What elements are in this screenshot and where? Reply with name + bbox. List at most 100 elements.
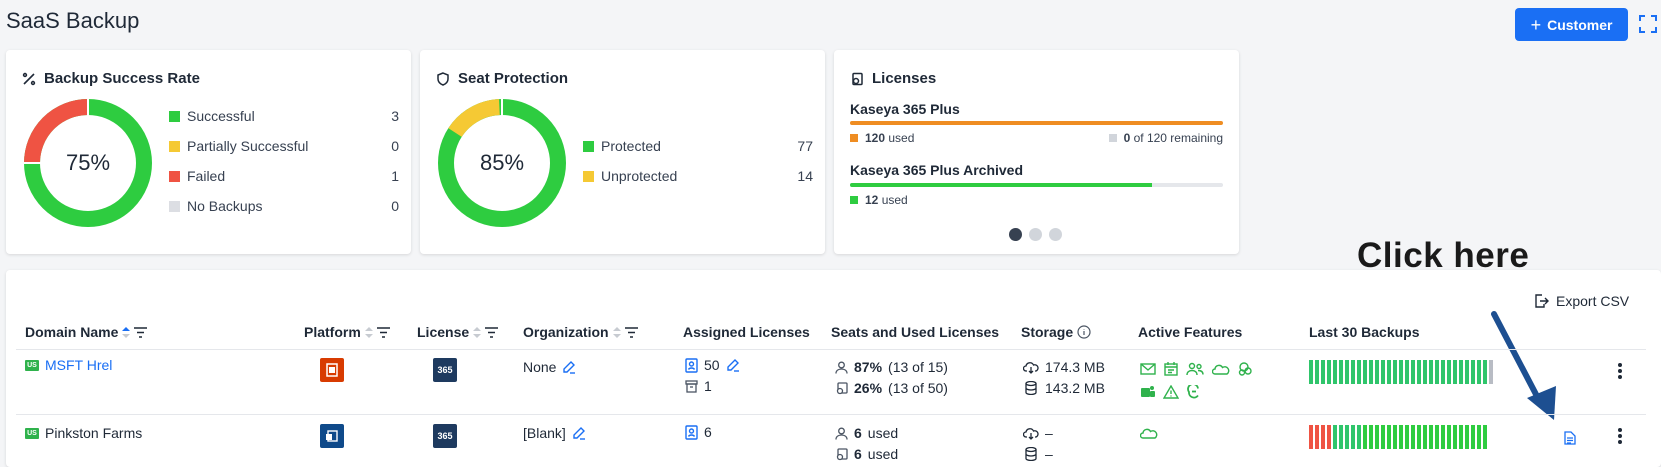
shield-icon (437, 71, 449, 86)
row-menu-icon[interactable] (1618, 428, 1622, 444)
backup-success-card: Backup Success Rate 75% Successful 3 Part… (6, 50, 411, 254)
filter-icon[interactable] (485, 326, 499, 338)
sort-icon[interactable] (122, 326, 131, 338)
badge-icon (685, 357, 698, 373)
info-icon[interactable] (1077, 325, 1091, 339)
m365-license-badge: 365 (433, 358, 457, 382)
table-row-domain: US Pinkston Farms (25, 425, 142, 441)
backup-history-bars (1309, 425, 1487, 449)
license-icon (836, 447, 848, 460)
seat-protection-card: Seat Protection 85% Protected 77 Unprotec… (420, 50, 825, 254)
backup-day-bar (1345, 360, 1349, 384)
backup-day-bar (1327, 360, 1331, 384)
backup-day-bar (1471, 360, 1475, 384)
backup-day-bar (1309, 360, 1313, 384)
seats-detail: (13 of 15) (888, 359, 948, 375)
seats-detail: used (867, 425, 899, 441)
backup-day-bar (1387, 360, 1391, 384)
column-organization[interactable]: Organization (523, 324, 638, 340)
backup-day-bar (1417, 360, 1421, 384)
row-menu-icon[interactable] (1618, 363, 1622, 379)
backup-day-bar (1483, 425, 1487, 449)
exchange-icon (320, 424, 344, 448)
backup-day-bar (1471, 425, 1475, 449)
backup-day-bar (1411, 360, 1415, 384)
used-percent: 26% (854, 380, 883, 396)
add-customer-button[interactable]: + Customer (1515, 8, 1628, 41)
backup-day-bar (1399, 360, 1403, 384)
domain-link[interactable]: MSFT Hrel (45, 357, 112, 373)
column-active-features: Active Features (1138, 324, 1243, 340)
mail-icon (1140, 363, 1156, 375)
filter-icon[interactable] (624, 326, 638, 338)
carousel-dot[interactable] (1009, 228, 1022, 241)
column-license[interactable]: License (417, 324, 499, 340)
m365-license-badge: 365 (433, 424, 457, 448)
backup-day-bar (1441, 360, 1445, 384)
edit-icon[interactable] (726, 358, 740, 372)
backup-day-bar (1369, 425, 1373, 449)
backup-history-bars (1309, 360, 1493, 384)
domain-name[interactable]: Pinkston Farms (45, 425, 142, 441)
backup-day-bar (1435, 425, 1439, 449)
filter-icon[interactable] (376, 326, 390, 338)
edit-icon[interactable] (572, 426, 586, 440)
backup-day-bar (1393, 425, 1397, 449)
backup-day-bar (1333, 360, 1337, 384)
sort-icon[interactable] (612, 326, 621, 338)
region-badge: US (25, 427, 39, 439)
badge-icon (685, 424, 698, 440)
licenses-card-title: Licenses (872, 70, 937, 87)
carousel-dot[interactable] (1049, 228, 1062, 241)
archived-count: 1 (704, 378, 712, 394)
backup-day-bar (1321, 360, 1325, 384)
divider (16, 414, 1646, 415)
carousel-dot[interactable] (1029, 228, 1042, 241)
plus-icon: + (1530, 14, 1542, 35)
report-document-icon[interactable] (1564, 431, 1576, 445)
backup-day-bar (1411, 425, 1415, 449)
license-meta: 12 used (850, 193, 1223, 207)
backup-day-bar (1351, 360, 1355, 384)
column-seats: Seats and Used Licenses (831, 324, 1000, 340)
sort-icon[interactable] (473, 326, 482, 338)
onedrive-icon (1140, 428, 1158, 439)
backup-day-bar (1459, 360, 1463, 384)
backup-day-bar (1309, 425, 1313, 449)
filter-icon[interactable] (134, 326, 148, 338)
seat-legend: Protected 77 Unprotected 14 (583, 131, 813, 191)
backup-day-bar (1327, 425, 1331, 449)
sort-icon[interactable] (364, 326, 373, 338)
export-csv-button[interactable]: Export CSV (1533, 293, 1629, 309)
backup-day-bar (1375, 360, 1379, 384)
divider (16, 349, 1646, 350)
column-storage: Storage (1021, 324, 1091, 340)
sharepoint-icon (1238, 362, 1252, 376)
license-usage-bar (850, 121, 1223, 125)
column-assigned-licenses: Assigned Licenses (683, 324, 810, 340)
organization-value: None (523, 359, 557, 375)
export-icon (1535, 294, 1549, 308)
backup-day-bar (1441, 425, 1445, 449)
backup-day-bar (1465, 360, 1469, 384)
assigned-count: 50 (704, 357, 720, 373)
page-title: SaaS Backup (6, 8, 140, 33)
column-domain-name[interactable]: Domain Name (25, 324, 148, 340)
edit-icon[interactable] (562, 360, 576, 374)
license-usage-bar (850, 183, 1223, 187)
column-platform[interactable]: Platform (304, 324, 390, 340)
fullscreen-icon[interactable] (1638, 14, 1658, 34)
database-icon (1025, 381, 1037, 395)
backup-day-bar (1399, 425, 1403, 449)
cloud-download-icon (1023, 361, 1039, 374)
assigned-count: 6 (704, 424, 712, 440)
storage-db: – (1045, 446, 1053, 462)
backup-day-bar (1315, 425, 1319, 449)
seat-card-title: Seat Protection (458, 70, 569, 87)
backup-day-bar (1477, 425, 1481, 449)
backup-day-bar (1381, 425, 1385, 449)
click-here-annotation: Click here (1357, 236, 1530, 275)
backup-day-bar (1351, 425, 1355, 449)
storage-backup: 174.3 MB (1045, 359, 1105, 375)
seats-percent: 6 (854, 425, 862, 441)
